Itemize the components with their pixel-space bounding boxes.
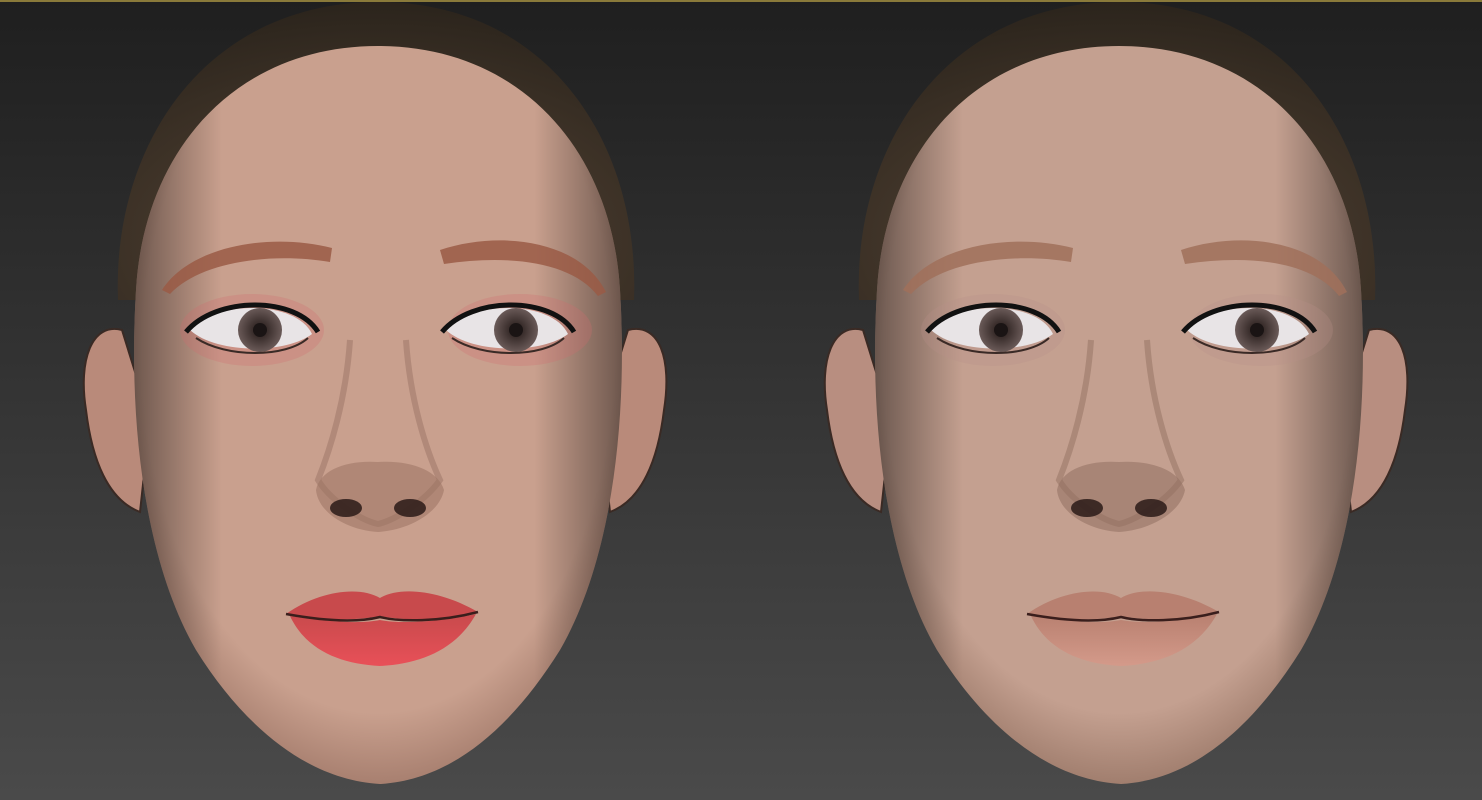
face-shading bbox=[875, 46, 1363, 784]
pupil-left bbox=[994, 323, 1008, 337]
pupil-right bbox=[509, 323, 523, 337]
pupil-right bbox=[1250, 323, 1264, 337]
pupil-left bbox=[253, 323, 267, 337]
nostril-left bbox=[1071, 499, 1103, 517]
face-shading bbox=[134, 46, 622, 784]
face-render-makeup[interactable] bbox=[0, 0, 741, 800]
nostril-right bbox=[1135, 499, 1167, 517]
nostril-right bbox=[394, 499, 426, 517]
viewport-3d[interactable] bbox=[0, 0, 1482, 800]
face-render-natural[interactable] bbox=[741, 0, 1482, 800]
nostril-left bbox=[330, 499, 362, 517]
